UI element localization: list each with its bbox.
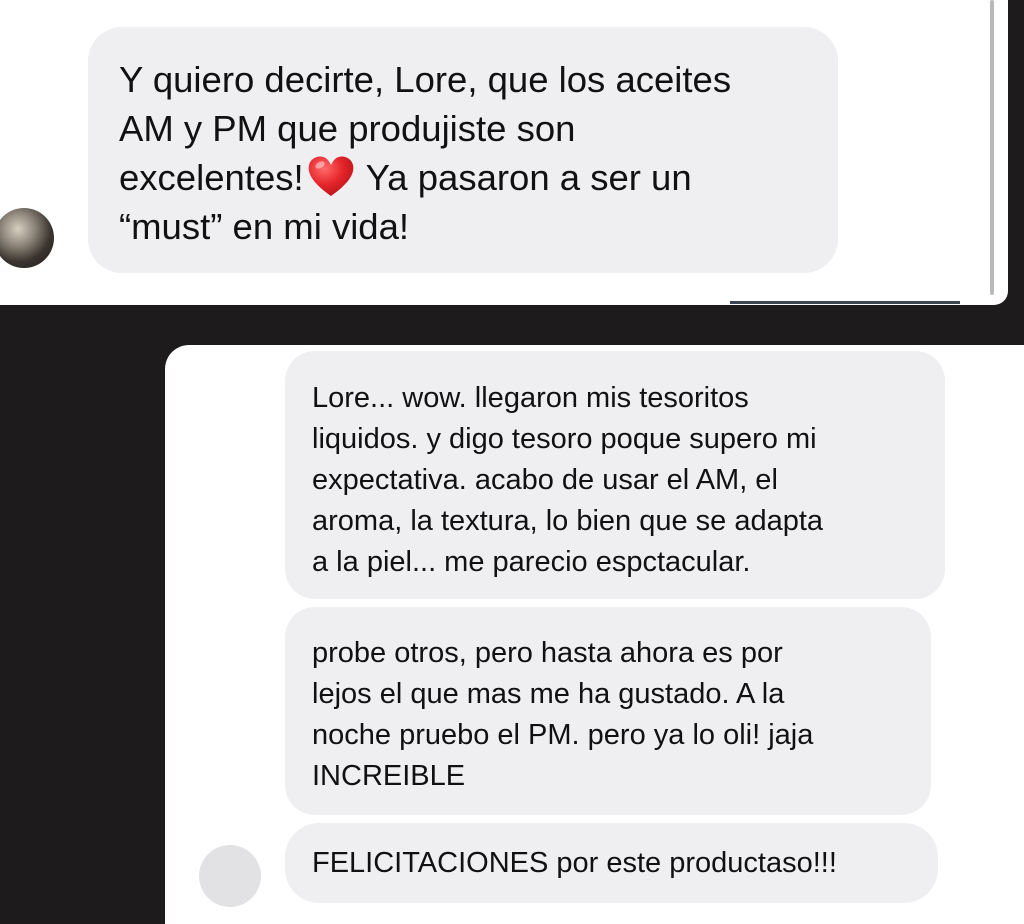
message-line: expectativa. acabo de usar el AM, el	[312, 464, 778, 496]
message-line: probe otros, pero hasta ahora es por	[312, 637, 783, 669]
message-bubble: probe otros, pero hasta ahora es por lej…	[285, 607, 931, 815]
message-line: “must” en mi vida!	[119, 206, 410, 247]
message-line: lejos el que mas me ha gustado. A la	[312, 678, 785, 710]
avatar-placeholder[interactable]	[199, 845, 261, 907]
message-line: Y quiero decirte, Lore, que los aceites	[119, 59, 732, 100]
message-line: noche pruebo el PM. pero ya lo oli! jaja	[312, 719, 814, 751]
message-bubble: FELICITACIONES por este productaso!!!	[285, 823, 938, 903]
message-line: a la piel... me parecio espctacular.	[312, 546, 751, 578]
bottom-chat-screenshot: Lore... wow. llegaron mis tesoritos liqu…	[165, 345, 1024, 924]
divider	[730, 301, 960, 304]
message-text: excelentes!	[119, 157, 304, 198]
scrollbar[interactable]	[990, 0, 994, 295]
message-line: Lore... wow. llegaron mis tesoritos	[312, 382, 749, 414]
message-line: FELICITACIONES por este productaso!!!	[312, 847, 837, 879]
message-bubble: Lore... wow. llegaron mis tesoritos liqu…	[285, 351, 945, 599]
message-line: aroma, la textura, lo bien que se adapta	[312, 505, 824, 537]
message-line: AM y PM que produjiste son	[119, 108, 576, 149]
message-line: INCREIBLE	[312, 760, 466, 792]
message-text: Ya pasaron a ser un	[365, 157, 692, 198]
heart-emoji-icon	[306, 154, 356, 198]
avatar[interactable]	[0, 204, 56, 272]
message-line: excelentes! Ya pasaron a ser un	[119, 153, 808, 202]
top-chat-screenshot: Y quiero decirte, Lore, que los aceites …	[0, 0, 1008, 305]
message-bubble: Y quiero decirte, Lore, que los aceites …	[88, 27, 838, 273]
message-line: liquidos. y digo tesoro poque supero mi	[312, 423, 817, 455]
